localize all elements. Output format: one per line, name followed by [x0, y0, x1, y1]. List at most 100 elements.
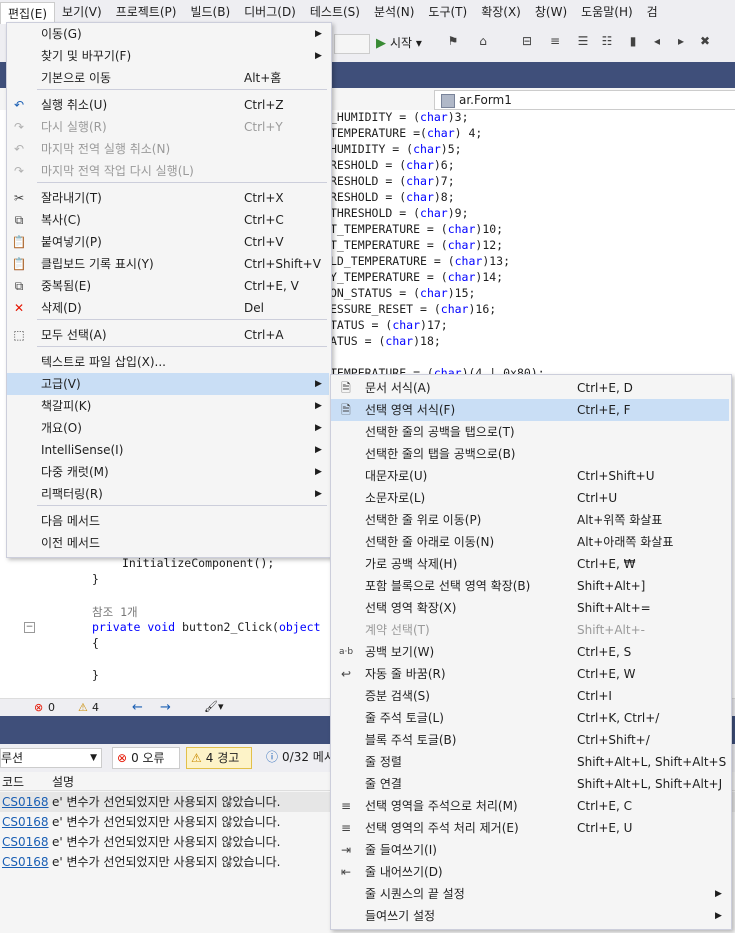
menu-item-선택-영역-서식[interactable]: 🗎 선택 영역 서식(F) Ctrl+E, F: [331, 399, 729, 421]
menu-item-클립보드-기록-표시[interactable]: 📋 클립보드 기록 표시(Y) Ctrl+Shift+V: [7, 253, 329, 275]
menu-item-책갈피[interactable]: 책갈피(K) ▶: [7, 395, 329, 417]
menu-item-label: 마지막 전역 실행 취소(N): [41, 142, 171, 156]
menu-item-가로-공백-삭제[interactable]: 가로 공백 삭제(H) Ctrl+E, ₩: [331, 553, 729, 575]
menu-item-이동[interactable]: 이동(G) ▶: [7, 23, 329, 45]
menu-item-intellisense[interactable]: IntelliSense(I) ▶: [7, 439, 329, 461]
menu-view[interactable]: 보기(V): [55, 1, 109, 23]
menu-window[interactable]: 창(W): [528, 1, 574, 23]
menu-item-줄-연결[interactable]: 줄 연결 Shift+Alt+L, Shift+Alt+J: [331, 773, 729, 795]
next-bookmark-icon[interactable]: ▸: [674, 34, 688, 48]
list-icon[interactable]: ☰: [576, 34, 590, 48]
menu-item-고급[interactable]: 고급(V) ▶: [7, 373, 329, 395]
menu-tools[interactable]: 도구(T): [421, 1, 474, 23]
menu-item-다중-캐럿[interactable]: 다중 캐럿(M) ▶: [7, 461, 329, 483]
menu-item-다음-메서드[interactable]: 다음 메서드: [7, 510, 329, 532]
editor-error-count[interactable]: 0: [48, 701, 55, 714]
menu-test[interactable]: 테스트(S): [303, 1, 367, 23]
menu-item-증분-검색[interactable]: 증분 검색(S) Ctrl+I: [331, 685, 729, 707]
clear-bookmarks-icon[interactable]: ✖: [698, 34, 712, 48]
indent-icon: ⇥: [340, 843, 352, 857]
menu-debug[interactable]: 디버그(D): [237, 1, 303, 23]
menu-item-들여쓰기-설정[interactable]: 들여쓰기 설정 ▶: [331, 905, 729, 927]
checklist-icon[interactable]: ☷: [600, 34, 614, 48]
editor-warning-count[interactable]: 4: [92, 701, 99, 714]
start-button[interactable]: ▶ 시작 ▾: [376, 34, 422, 52]
menu-item-잘라내기[interactable]: ✂ 잘라내기(T) Ctrl+X: [7, 187, 329, 209]
menu-item-label: 줄 내어쓰기(D): [365, 865, 443, 879]
errors-filter-button[interactable]: ⊗ 0 오류: [112, 747, 180, 769]
menu-item-선택한-줄-아래로-이동[interactable]: 선택한 줄 아래로 이동(N) Alt+아래쪽 화살표: [331, 531, 729, 553]
error-code-link[interactable]: CS0168: [2, 792, 49, 812]
nav-back-icon[interactable]: ←: [132, 700, 143, 715]
config-dropdown[interactable]: [334, 34, 370, 54]
format-icon[interactable]: ≡: [548, 34, 562, 48]
menu-project[interactable]: 프로젝트(P): [109, 1, 184, 23]
menu-item-선택한-줄의-탭을-공백으로[interactable]: 선택한 줄의 탭을 공백으로(B): [331, 443, 729, 465]
menu-analyze[interactable]: 분석(N): [367, 1, 421, 23]
cleanup-icon[interactable]: 🖌▾: [204, 700, 224, 713]
menu-item-줄-주석-토글[interactable]: 줄 주석 토글(L) Ctrl+K, Ctrl+/: [331, 707, 729, 729]
menu-item-자동-줄-바꿈[interactable]: ↩ 자동 줄 바꿈(R) Ctrl+E, W: [331, 663, 729, 685]
column-code[interactable]: 코드: [2, 773, 24, 790]
prev-bookmark-icon[interactable]: ◂: [650, 34, 664, 48]
menu-item-선택한-줄의-공백을-탭으로[interactable]: 선택한 줄의 공백을 탭으로(T): [331, 421, 729, 443]
column-description[interactable]: 설명: [52, 773, 74, 790]
menu-separator: [37, 89, 327, 90]
menu-extensions[interactable]: 확장(X): [474, 1, 528, 23]
menu-item-공백-보기[interactable]: a·b 공백 보기(W) Ctrl+E, S: [331, 641, 729, 663]
menu-build[interactable]: 빌드(B): [183, 1, 237, 23]
error-scope-dropdown[interactable]: 루션 ▼: [0, 748, 102, 768]
home-icon[interactable]: ⌂: [476, 34, 490, 48]
menu-item-기본으로-이동[interactable]: 기본으로 이동 Alt+홈: [7, 67, 329, 89]
menu-item-줄-내어쓰기[interactable]: ⇤ 줄 내어쓰기(D): [331, 861, 729, 883]
error-code-link[interactable]: CS0168: [2, 812, 49, 832]
menu-item-텍스트로-파일-삽입[interactable]: 텍스트로 파일 삽입(X)...: [7, 351, 329, 373]
nav-forward-icon[interactable]: →: [160, 700, 171, 715]
menu-item-복사[interactable]: ⧉ 복사(C) Ctrl+C: [7, 209, 329, 231]
collapse-toggle[interactable]: −: [24, 622, 35, 633]
menu-item-선택-영역-확장[interactable]: 선택 영역 확장(X) Shift+Alt+=: [331, 597, 729, 619]
menu-item-문서-서식[interactable]: 🗎 문서 서식(A) Ctrl+E, D: [331, 377, 729, 399]
code-keyword: char: [406, 190, 434, 204]
menu-item-블록-주석-토글[interactable]: 블록 주석 토글(B) Ctrl+Shift+/: [331, 729, 729, 751]
menu-item-소문자로[interactable]: 소문자로(L) Ctrl+U: [331, 487, 729, 509]
menu-item-모두-선택[interactable]: ⬚ 모두 선택(A) Ctrl+A: [7, 324, 329, 346]
menu-item-label: 줄 들여쓰기(I): [365, 843, 437, 857]
menu-help[interactable]: 도움말(H): [574, 1, 640, 23]
bookmark-icon[interactable]: ▮: [626, 34, 640, 48]
menu-item-실행-취소[interactable]: ↶ 실행 취소(U) Ctrl+Z: [7, 94, 329, 116]
browser-link-icon[interactable]: ⚑: [446, 34, 460, 48]
menu-item-찾기-및-바꾸기[interactable]: 찾기 및 바꾸기(F) ▶: [7, 45, 329, 67]
menu-item-이전-메서드[interactable]: 이전 메서드: [7, 532, 329, 554]
menu-item-shortcut: Ctrl+Z: [244, 98, 284, 112]
menu-item-계약-선택[interactable]: 계약 선택(T) Shift+Alt+-: [331, 619, 729, 641]
menu-item-마지막-전역-실행-취소[interactable]: ↶ 마지막 전역 실행 취소(N): [7, 138, 329, 160]
align-icon[interactable]: ⊟: [520, 34, 534, 48]
warnings-filter-button[interactable]: ⚠ 4 경고: [186, 747, 252, 769]
menu-item-줄-정렬[interactable]: 줄 정렬 Shift+Alt+L, Shift+Alt+S: [331, 751, 729, 773]
menu-item-선택-영역을-주석으로-처리[interactable]: ≡ 선택 영역을 주석으로 처리(M) Ctrl+E, C: [331, 795, 729, 817]
menu-item-삭제[interactable]: ✕ 삭제(D) Del: [7, 297, 329, 319]
menu-item-리팩터링[interactable]: 리팩터링(R) ▶: [7, 483, 329, 505]
menu-item-마지막-전역-작업-다시-실행[interactable]: ↷ 마지막 전역 작업 다시 실행(L): [7, 160, 329, 182]
menu-item-label: 선택 영역의 주석 처리 제거(E): [365, 821, 519, 835]
error-code-link[interactable]: CS0168: [2, 832, 49, 852]
submenu-arrow-icon: ▶: [315, 379, 322, 389]
error-code-link[interactable]: CS0168: [2, 852, 49, 872]
error-scope-label: 루션: [1, 751, 24, 765]
menu-item-개요[interactable]: 개요(O) ▶: [7, 417, 329, 439]
menu-item-붙여넣기[interactable]: 📋 붙여넣기(P) Ctrl+V: [7, 231, 329, 253]
menu-item-중복됨[interactable]: ⧉ 중복됨(E) Ctrl+E, V: [7, 275, 329, 297]
code-line: Y_TEMPERATURE = (char)14;: [330, 270, 503, 284]
menu-item-선택-영역의-주석-처리-제거[interactable]: ≡ 선택 영역의 주석 처리 제거(E) Ctrl+E, U: [331, 817, 729, 839]
menu-item-포함-블록으로-선택-영역-확장[interactable]: 포함 블록으로 선택 영역 확장(B) Shift+Alt+]: [331, 575, 729, 597]
class-navigation-dropdown[interactable]: ar.Form1: [434, 90, 735, 110]
search-box[interactable]: 검: [640, 1, 665, 23]
menu-item-대문자로[interactable]: 대문자로(U) Ctrl+Shift+U: [331, 465, 729, 487]
menu-item-다시-실행[interactable]: ↷ 다시 실행(R) Ctrl+Y: [7, 116, 329, 138]
menu-item-줄-들여쓰기[interactable]: ⇥ 줄 들여쓰기(I): [331, 839, 729, 861]
menu-item-label: 개요(O): [41, 421, 82, 435]
menu-item-줄-시퀀스의-끝-설정[interactable]: 줄 시퀀스의 끝 설정 ▶: [331, 883, 729, 905]
menu-item-선택한-줄-위로-이동[interactable]: 선택한 줄 위로 이동(P) Alt+위쪽 화살표: [331, 509, 729, 531]
edit-menu: 이동(G) ▶ 찾기 및 바꾸기(F) ▶ 기본으로 이동 Alt+홈 ↶ 실행 취소(U) C…: [6, 22, 332, 558]
